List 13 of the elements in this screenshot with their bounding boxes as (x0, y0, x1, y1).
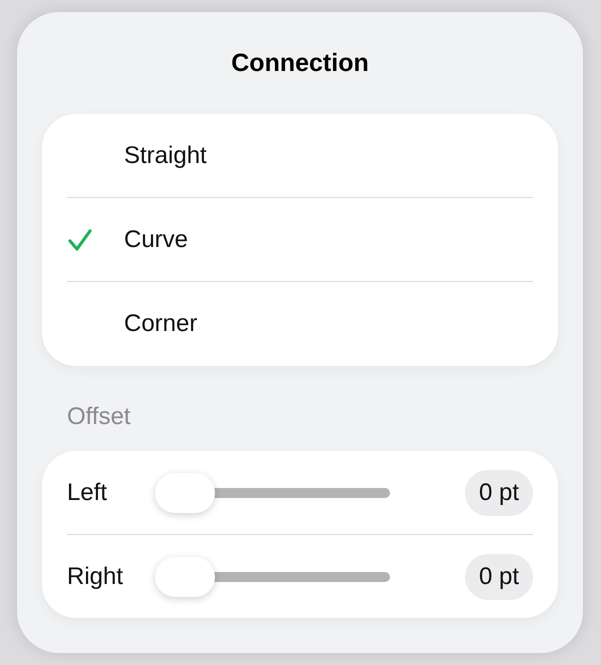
slider-label: Right (67, 562, 124, 590)
slider-thumb[interactable] (155, 472, 215, 512)
slider[interactable] (155, 472, 390, 512)
option-item[interactable]: Corner (67, 282, 533, 365)
popover-title: Connection (230, 48, 370, 79)
value-field[interactable]: 0 pt (464, 554, 533, 600)
slider[interactable] (155, 556, 390, 596)
option-item[interactable]: Straight (67, 114, 533, 197)
option-item[interactable]: Curve (67, 198, 533, 281)
value-field[interactable]: 0 pt (464, 470, 533, 516)
section-heading: Offset (67, 402, 132, 432)
slider-label: Left (67, 478, 108, 506)
slider-thumb[interactable] (155, 556, 215, 596)
